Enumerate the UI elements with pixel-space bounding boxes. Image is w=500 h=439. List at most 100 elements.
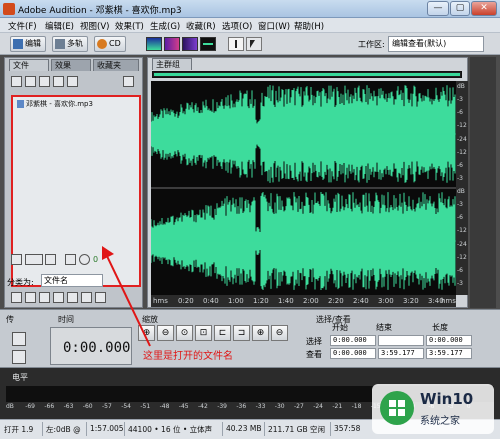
status-free-time: 357:58 [334, 424, 361, 433]
workspace-label: 工作区: [358, 40, 385, 49]
tab-files[interactable]: 文件 [9, 59, 49, 71]
play-preview-icon[interactable] [67, 76, 78, 87]
timeline-ruler[interactable]: hms 0:20 0:40 1:00 1:20 1:40 2:00 2:20 2:40 3:00 3… [151, 295, 456, 307]
close-file-icon[interactable] [25, 76, 36, 87]
menu-favorites[interactable]: 收藏(R) [186, 20, 216, 32]
menu-options[interactable]: 选项(O) [222, 20, 252, 32]
zoom-selection-icon[interactable]: ⊡ [195, 325, 212, 341]
view-icon-1[interactable] [11, 292, 22, 303]
open-file-icon[interactable] [11, 76, 22, 87]
zoom-out-vertical-icon[interactable]: ⊖ [271, 325, 288, 341]
select-length-field[interactable]: 0:00.000 [426, 335, 472, 346]
select-end-field[interactable] [378, 335, 424, 346]
db-tick: dB [457, 188, 465, 195]
db-tick: -6 [457, 161, 463, 169]
view-icon-6[interactable] [81, 292, 92, 303]
level-scale-tick: -36 [236, 403, 247, 410]
multitrack-view-button[interactable]: 多轨 [52, 36, 88, 52]
multitrack-icon [55, 39, 65, 49]
view-icon-2[interactable] [25, 292, 36, 303]
level-scale-tick: dB [6, 403, 14, 410]
menu-help[interactable]: 帮助(H) [294, 20, 324, 32]
view-icon-3[interactable] [39, 292, 50, 303]
menu-window[interactable]: 窗口(W) [258, 20, 290, 32]
tab-favorites[interactable]: 收藏夹 [93, 59, 139, 71]
timeline-tick: 0:40 [203, 297, 219, 305]
waveform-display-icon[interactable] [146, 37, 162, 51]
level-scale-tick: -60 [82, 403, 93, 410]
maximize-button[interactable]: ▢ [450, 1, 470, 16]
status-free: 211.71 GB 空闲 [268, 425, 325, 434]
db-tick: -3 [457, 201, 463, 209]
levels-tab[interactable]: 电平 [12, 372, 28, 383]
import-icon[interactable] [53, 76, 64, 87]
status-position: 左:0dB @ [46, 425, 81, 434]
db-tick: -6 [457, 266, 463, 274]
sort-select[interactable]: 文件名 [41, 274, 103, 287]
zoom-right-edge-icon[interactable]: ⊐ [233, 325, 250, 341]
view-start-field[interactable]: 0:00.000 [330, 348, 376, 359]
minimize-button[interactable]: — [427, 1, 449, 16]
close-button[interactable]: ✕ [471, 1, 497, 16]
menu-edit[interactable]: 编辑(E) [45, 20, 74, 32]
zoom-left-edge-icon[interactable]: ⊏ [214, 325, 231, 341]
autoplay-icon[interactable] [11, 254, 22, 265]
menu-generate[interactable]: 生成(G) [150, 20, 180, 32]
db-tick: -24 [457, 135, 467, 143]
selection-view-panel: 开始 结束 长度 选择 查看 0:00.000 0:00.000 0:00.00… [304, 310, 474, 366]
row-select-label: 选择 [306, 337, 322, 346]
insert-icon[interactable] [39, 76, 50, 87]
tab-effects[interactable]: 效果 [51, 59, 91, 71]
db-tick: -6 [457, 214, 463, 222]
file-item[interactable]: 邓紫棋 - 喜欢你.mp3 [17, 99, 93, 109]
timeline-tick: 2:40 [353, 297, 369, 305]
sort-label: 分类为: [7, 278, 34, 287]
menu-file[interactable]: 文件(F) [8, 20, 37, 32]
db-tick: dB [457, 83, 465, 90]
menu-effects[interactable]: 效果(T) [115, 20, 144, 32]
stop-icon[interactable] [12, 332, 26, 346]
play-icon[interactable] [45, 254, 56, 265]
transport-tab[interactable]: 传 [6, 314, 14, 325]
level-scale-tick: -66 [44, 403, 55, 410]
level-scale-tick: -54 [121, 403, 131, 410]
waveform-display[interactable] [151, 81, 456, 295]
view-icon-5[interactable] [67, 292, 78, 303]
view-length-field[interactable]: 3:59.177 [426, 348, 472, 359]
menu-view[interactable]: 视图(V) [80, 20, 109, 32]
tab-main-group[interactable]: 主群组 [152, 58, 192, 70]
db-tick: -24 [457, 240, 467, 248]
zoom-full-icon[interactable]: ⊙ [176, 325, 193, 341]
annotation-arrow [102, 246, 151, 347]
overview-bar[interactable] [152, 71, 462, 78]
menu-bar: 文件(F) 编辑(E) 视图(V) 效果(T) 生成(G) 收藏(R) 选项(O… [0, 18, 500, 33]
timeline-tick: 1:20 [253, 297, 269, 305]
view-icon-4[interactable] [53, 292, 64, 303]
spectral-phase-icon[interactable] [200, 37, 216, 51]
volume-icon[interactable] [65, 254, 76, 265]
time-tab[interactable]: 时间 [58, 314, 74, 325]
pause-icon[interactable] [12, 350, 26, 364]
col-end-header: 结束 [376, 323, 392, 332]
move-tool-icon[interactable] [246, 37, 262, 51]
level-scale-tick: -45 [178, 403, 189, 410]
loop-icon[interactable] [25, 254, 43, 265]
select-start-field[interactable]: 0:00.000 [330, 335, 376, 346]
time-selection-tool-icon[interactable] [228, 37, 244, 51]
panel-options-icon[interactable] [123, 76, 134, 87]
level-scale-tick: -24 [313, 403, 323, 410]
spectral-pan-icon[interactable] [182, 37, 198, 51]
level-knob-icon[interactable] [79, 254, 90, 265]
zoom-in-vertical-icon[interactable]: ⊕ [252, 325, 269, 341]
level-scale-tick: -33 [255, 403, 266, 410]
zoom-out-horizontal-icon[interactable]: ⊖ [157, 325, 174, 341]
status-time: 1:57.005 [90, 424, 124, 433]
spectral-frequency-icon[interactable] [164, 37, 180, 51]
timeline-tick: 3:00 [378, 297, 394, 305]
view-end-field[interactable]: 3:59.177 [378, 348, 424, 359]
workspace-select[interactable]: 编辑查看(默认) [388, 36, 484, 52]
row-view-label: 查看 [306, 350, 322, 359]
cd-view-button[interactable]: CD [94, 36, 126, 52]
waveform-svg [151, 85, 456, 290]
edit-view-button[interactable]: 编辑 [10, 36, 46, 52]
